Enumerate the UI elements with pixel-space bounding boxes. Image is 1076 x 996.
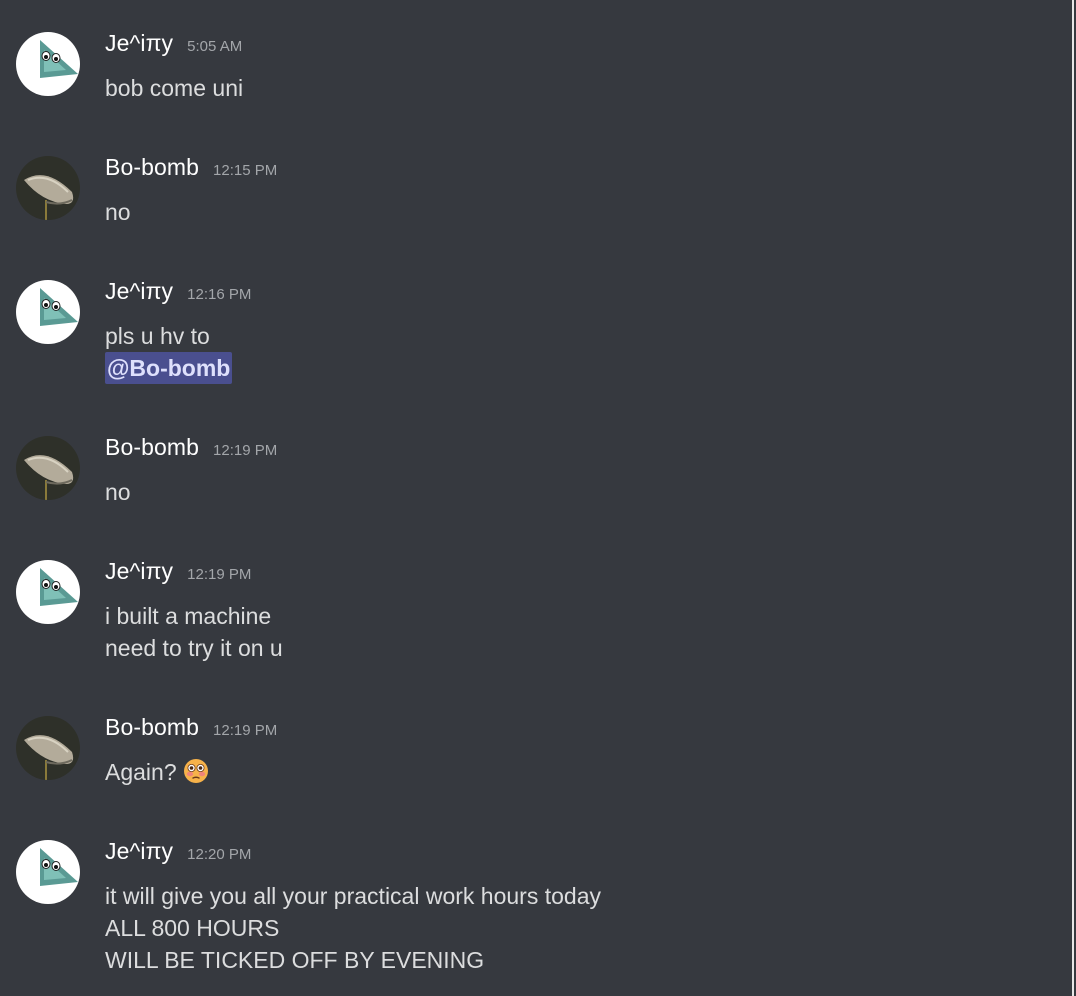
timestamp[interactable]: 12:19 PM [213,722,277,739]
message-text: i built a machine [105,603,272,629]
message-header: Je^iπy 5:05 AM [105,30,242,57]
username[interactable]: Bo-bomb [105,154,199,180]
message-text: Again? [105,759,177,785]
timestamp[interactable]: 12:19 PM [187,566,251,583]
timestamp[interactable]: 12:16 PM [187,286,251,303]
message-text: it will give you all your practical work… [105,883,601,909]
whale-fish-avatar-icon[interactable] [16,716,80,780]
message-text: no [105,479,131,505]
message-content: no [105,196,131,228]
message-content: bob come uni [105,72,243,104]
username[interactable]: Je^iπy [105,838,173,864]
username[interactable]: Je^iπy [105,30,173,56]
timestamp[interactable]: 5:05 AM [187,38,242,55]
message-text: bob come uni [105,75,244,101]
username[interactable]: Je^iπy [105,558,173,584]
chat-message-list: Je^iπy 5:05 AM bob come uni Bo-bomb 12:15 … [0,0,1074,996]
message-content: pls u hv to @Bo-bomb [105,320,233,384]
message-mention-line: @Bo-bomb [105,352,233,384]
timestamp[interactable]: 12:15 PM [213,162,277,179]
flushed-face-emoji-icon[interactable] [183,758,209,792]
message-text: ALL 800 HOURS [105,915,280,941]
message-content: Again? [105,756,209,792]
message-line: Again? [105,756,209,792]
username[interactable]: Bo-bomb [105,434,199,460]
timestamp[interactable]: 12:20 PM [187,846,251,863]
message-content: it will give you all your practical work… [105,880,601,976]
message-header: Bo-bomb 12:19 PM [105,714,277,741]
whale-fish-avatar-icon[interactable] [16,156,80,220]
green-fish-avatar-icon[interactable] [16,560,80,624]
message-content: no [105,476,131,508]
green-fish-avatar-icon[interactable] [16,280,80,344]
whale-fish-avatar-icon[interactable] [16,436,80,500]
timestamp[interactable]: 12:19 PM [213,442,277,459]
user-mention[interactable]: @Bo-bomb [105,352,233,384]
message-text: need to try it on u [105,635,283,661]
message-header: Je^iπy 12:20 PM [105,838,251,865]
message-text: pls u hv to [105,323,210,349]
message-header: Je^iπy 12:16 PM [105,278,251,305]
message-content: i built a machine need to try it on u [105,600,283,664]
message-text: WILL BE TICKED OFF BY EVENING [105,947,485,973]
message-text: no [105,199,131,225]
green-fish-avatar-icon[interactable] [16,840,80,904]
username[interactable]: Bo-bomb [105,714,199,740]
green-fish-avatar-icon[interactable] [16,32,80,96]
message-header: Bo-bomb 12:19 PM [105,434,277,461]
username[interactable]: Je^iπy [105,278,173,304]
message-header: Bo-bomb 12:15 PM [105,154,277,181]
message-header: Je^iπy 12:19 PM [105,558,251,585]
